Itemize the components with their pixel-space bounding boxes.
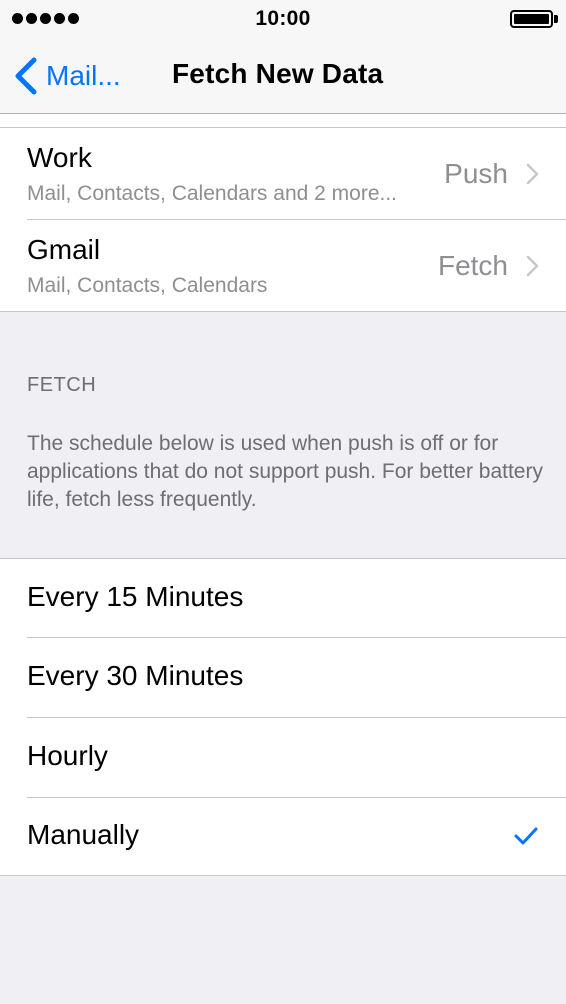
account-fetch-mode: Fetch (437, 250, 508, 281)
account-fetch-mode: Push (444, 158, 508, 189)
battery-icon (510, 10, 558, 28)
section-header-fetch: FETCH (27, 374, 97, 396)
account-detail: Mail, Contacts, Calendars and 2 more... (27, 182, 398, 205)
status-bar: 10:00 (0, 0, 566, 38)
page-title: Fetch New Data (172, 58, 384, 89)
chevron-right-icon (526, 163, 539, 185)
option-label: Every 15 Minutes (27, 581, 244, 612)
accounts-group: Work Mail, Contacts, Calendars and 2 mor… (0, 114, 566, 312)
option-hourly[interactable]: Hourly (0, 718, 566, 798)
navigation-bar: Mail... Fetch New Data (0, 38, 566, 114)
account-name: Work (27, 142, 92, 173)
option-label: Every 30 Minutes (27, 660, 244, 691)
option-manually[interactable]: Manually (0, 797, 566, 877)
fetch-options-group: Every 15 Minutes Every 30 Minutes Hourly… (0, 558, 566, 876)
account-row-gmail[interactable]: Gmail Mail, Contacts, Calendars Fetch (0, 220, 566, 312)
option-label: Manually (27, 819, 140, 850)
option-label: Hourly (27, 740, 108, 771)
section-footer-description: The schedule below is used when push is … (27, 432, 543, 511)
chevron-right-icon (526, 255, 539, 277)
status-time: 10:00 (255, 7, 311, 30)
option-every-30-minutes[interactable]: Every 30 Minutes (0, 638, 566, 718)
account-row-work[interactable]: Work Mail, Contacts, Calendars and 2 mor… (0, 128, 566, 220)
checkmark-icon (514, 827, 538, 845)
chevron-left-icon (15, 57, 37, 95)
account-detail: Mail, Contacts, Calendars (27, 274, 268, 297)
back-button[interactable]: Mail... (12, 54, 121, 98)
account-name: Gmail (27, 234, 101, 265)
back-label: Mail... (46, 60, 121, 91)
option-every-15-minutes[interactable]: Every 15 Minutes (0, 559, 566, 639)
